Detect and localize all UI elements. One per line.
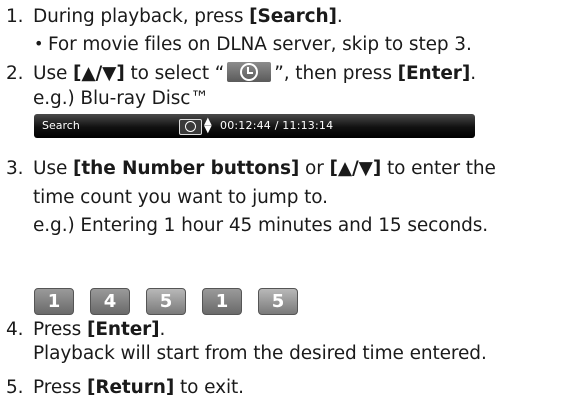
- step-text: During playback, press: [33, 6, 250, 27]
- arrow-keys-label: [▲/▼]: [73, 63, 125, 84]
- step-number: 4.: [6, 319, 24, 340]
- bullet-icon: •: [34, 34, 44, 53]
- time-readout: 00:12:44 / 11:13:14: [220, 119, 334, 132]
- return-key-label: [Return]: [86, 377, 175, 398]
- number-buttons-label: [the Number buttons]: [73, 158, 300, 179]
- search-key-label: [Search]: [249, 6, 337, 27]
- number-key: 5: [146, 288, 186, 315]
- note-text: For movie files on DLNA server, skip to …: [48, 34, 472, 55]
- clock-icon: [227, 62, 272, 82]
- number-key: 1: [202, 288, 242, 315]
- step-number: 5.: [6, 377, 24, 398]
- enter-key-label: [Enter]: [86, 319, 160, 340]
- up-down-arrow-icon: ▲ ▼: [204, 116, 212, 135]
- step-number: 2.: [6, 63, 24, 84]
- arrow-keys-label: [▲/▼]: [329, 158, 382, 179]
- enter-key-label: [Enter]: [397, 63, 471, 84]
- clock-icon: [179, 119, 202, 135]
- search-bar-label: Search: [42, 119, 80, 132]
- step-number: 1.: [6, 6, 24, 27]
- number-key: 5: [258, 288, 298, 315]
- search-bar-display: Search ▲ ▼ 00:12:44 / 11:13:14: [34, 114, 475, 138]
- number-key: 4: [90, 288, 130, 315]
- number-key: 1: [34, 288, 74, 315]
- step-number: 3.: [6, 158, 24, 179]
